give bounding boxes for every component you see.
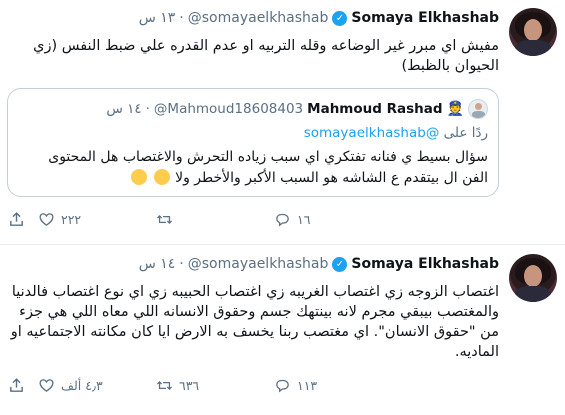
like-button[interactable]: ٢٢٢	[38, 211, 156, 228]
like-count: ٢٢٢	[61, 212, 82, 227]
reply-mention-link[interactable]: @somayaelkhashab	[304, 125, 440, 141]
tweet-actions: ٢٢٢ ١٦	[8, 211, 392, 228]
retweet-count: ٦٣٦	[179, 378, 200, 393]
avatar[interactable]	[509, 254, 557, 302]
quoted-tweet-time: ١٤ س	[106, 101, 142, 117]
reply-icon	[276, 213, 289, 227]
thinking-face-emoji-icon	[131, 169, 148, 185]
quoted-tweet-text: سؤال بسيط ي فنانه تفتكري اي سبب زياده ال…	[18, 147, 488, 189]
like-count: ٤٫٣ ألف	[61, 378, 103, 393]
reply-icon	[276, 379, 289, 393]
separator-dot: ·	[145, 101, 150, 117]
tweet-divider	[0, 244, 565, 245]
reply-prefix: ردًا على	[443, 125, 488, 141]
police-officer-emoji-icon: 👮	[446, 101, 464, 117]
author-name[interactable]: Somaya Elkhashab	[351, 256, 499, 272]
verified-badge-icon: ✓	[332, 10, 348, 26]
heart-icon	[39, 213, 54, 226]
tweet-text: اغتصاب الزوجه زي اغتصاب الغريبه زي اغتصا…	[10, 284, 499, 360]
separator-dot: ·	[179, 10, 184, 26]
quoted-tweet-body: سؤال بسيط ي فنانه تفتكري اي سبب زياده ال…	[48, 149, 488, 186]
quoted-tweet-header: ١٤ س · @Mahmoud18608403 Mahmoud Rashad 👮	[106, 99, 488, 119]
quoted-avatar	[468, 99, 488, 119]
tweet-header: ١٣ س · @somayaelkhashab ✓ Somaya Elkhash…	[139, 10, 499, 26]
share-button[interactable]	[8, 211, 38, 228]
tweet-actions: ٤٫٣ ألف ٦٣٦ ١١٣	[8, 377, 392, 394]
tweet-time[interactable]: ١٤ س	[139, 256, 176, 272]
like-button[interactable]: ٤٫٣ ألف	[38, 377, 156, 394]
retweet-button[interactable]: ٦٣٦	[156, 377, 274, 394]
quoted-tweet[interactable]: ١٤ س · @Mahmoud18608403 Mahmoud Rashad 👮…	[7, 88, 499, 197]
quoted-author-handle: @Mahmoud18608403	[153, 101, 304, 117]
author-handle[interactable]: @somayaelkhashab	[188, 10, 329, 26]
tweet-header: ١٤ س · @somayaelkhashab ✓ Somaya Elkhash…	[139, 256, 499, 272]
author-name[interactable]: Somaya Elkhashab	[351, 10, 499, 26]
reply-button[interactable]: ١١٣	[274, 377, 392, 394]
tweet-feed: ١٣ س · @somayaelkhashab ✓ Somaya Elkhash…	[0, 0, 565, 415]
reply-count: ١٦	[297, 212, 311, 227]
quoted-author-name: Mahmoud Rashad	[307, 101, 443, 117]
avatar[interactable]	[509, 8, 557, 56]
tweet-time[interactable]: ١٣ س	[139, 10, 176, 26]
reply-count: ١١٣	[297, 378, 318, 393]
retweet-icon	[156, 381, 173, 390]
share-icon	[10, 212, 23, 226]
reply-to-line: ردًا على @somayaelkhashab	[304, 125, 488, 141]
share-button[interactable]	[8, 377, 38, 394]
separator-dot: ·	[179, 256, 184, 272]
smirking-face-emoji-icon	[153, 169, 170, 185]
author-handle[interactable]: @somayaelkhashab	[188, 256, 329, 272]
tweet[interactable]: ١٣ س · @somayaelkhashab ✓ Somaya Elkhash…	[0, 0, 565, 245]
tweet[interactable]: ١٤ س · @somayaelkhashab ✓ Somaya Elkhash…	[0, 246, 565, 415]
tweet-text: مفيش اي مبرر غير الوضاعه وقله التربيه او…	[33, 38, 499, 74]
heart-icon	[39, 379, 54, 392]
retweet-icon	[156, 215, 173, 224]
retweet-button[interactable]	[156, 211, 274, 228]
reply-button[interactable]: ١٦	[274, 211, 392, 228]
verified-badge-icon: ✓	[332, 256, 348, 272]
share-icon	[10, 378, 23, 392]
